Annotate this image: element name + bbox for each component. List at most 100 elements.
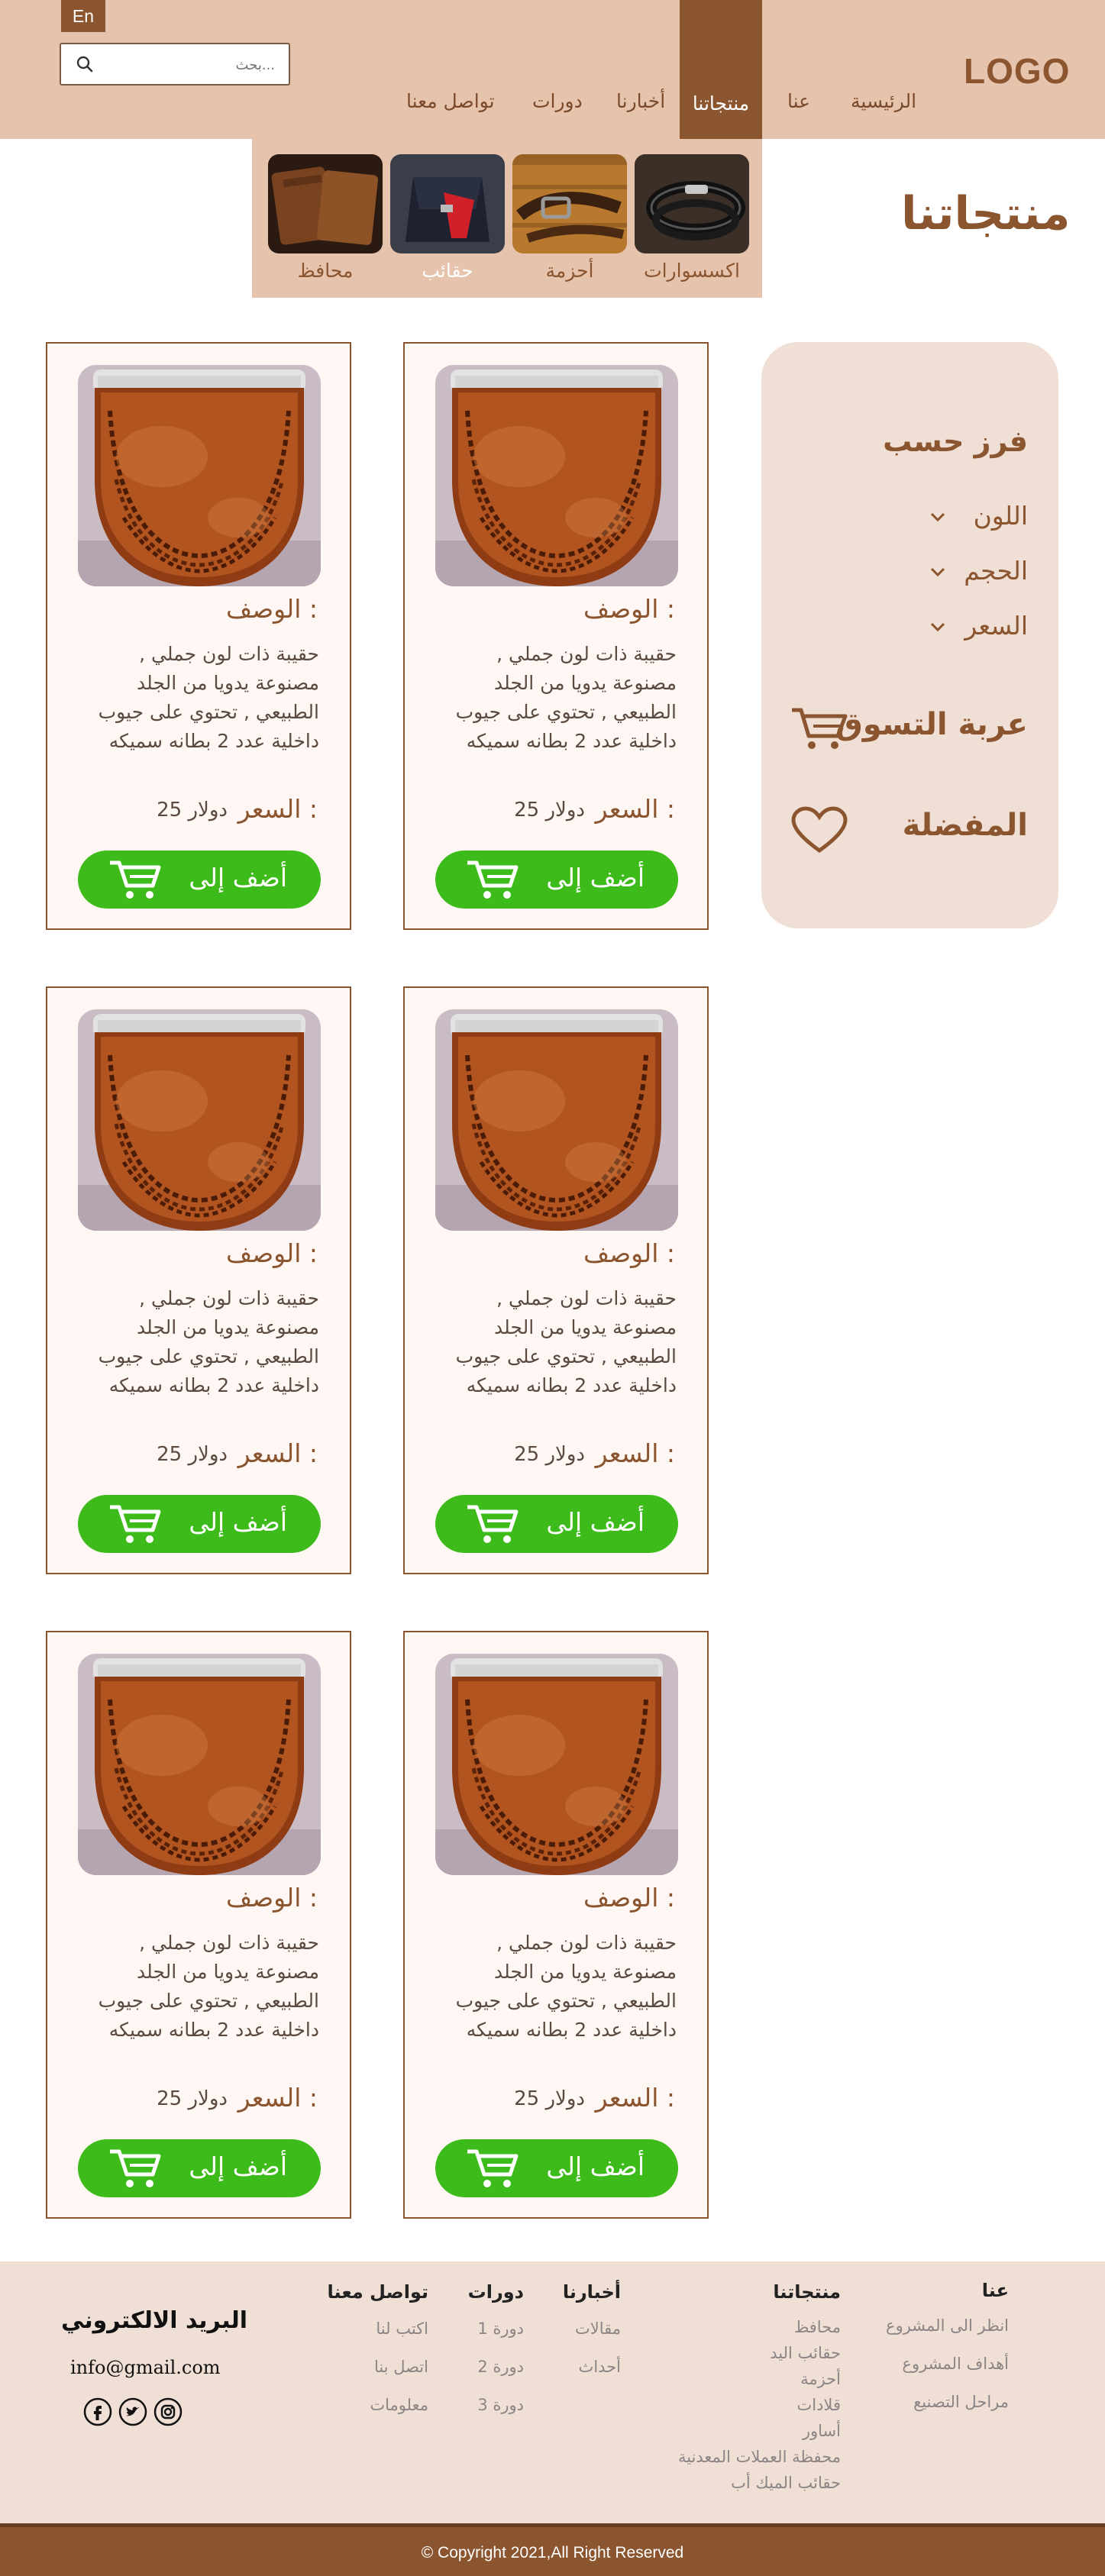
description-title: الوصف : (583, 594, 675, 624)
price-label: السعر : (237, 794, 318, 824)
footer-link[interactable]: مقالات (575, 2319, 621, 2338)
chevron-down-icon[interactable] (929, 512, 946, 522)
logo[interactable]: LOGO (964, 50, 1070, 92)
footer-link[interactable]: حقائب الميك أب (731, 2474, 841, 2492)
search-icon[interactable] (75, 54, 95, 74)
footer-link[interactable]: أحداث (579, 2358, 621, 2376)
site-footer: عنا انظر الى المشروع أهداف المشروع مراحل… (0, 2261, 1105, 2523)
nav-item-courses[interactable]: دورات (532, 90, 583, 112)
footer-link[interactable]: محفظة العملات المعدنية (678, 2448, 841, 2466)
footer-link[interactable]: أهداف المشروع (902, 2355, 1009, 2373)
chevron-down-icon[interactable] (929, 567, 946, 577)
category-bags[interactable]: حقائب (390, 154, 505, 282)
email-title: البريد الالكتروني (61, 2307, 247, 2334)
cart-link[interactable]: عربة التسوق (835, 707, 1028, 742)
language-button[interactable]: En (61, 0, 105, 32)
facebook-icon[interactable] (82, 2397, 113, 2427)
footer-link[interactable]: محافظ (794, 2318, 841, 2336)
cart-icon (110, 1505, 161, 1543)
description-title: الوصف : (225, 1883, 318, 1913)
category-wallets[interactable]: محافظ (268, 154, 383, 282)
product-image[interactable] (78, 1654, 321, 1875)
nav-item-home[interactable]: الرئيسية (851, 90, 916, 112)
filter-sidebar: فرز حسب اللون الحجم السعر عربة التسوق ال… (761, 342, 1058, 928)
product-description: حقيبة ذات لون جملي , مصنوعة يدويا من الج… (98, 1932, 319, 2041)
footer-link[interactable]: مراحل التصنيع (913, 2393, 1009, 2411)
footer-link[interactable]: اتصل بنا (374, 2358, 428, 2376)
category-label: أحزمة (545, 260, 594, 282)
category-accessories[interactable]: اكسسوارات (635, 154, 749, 282)
add-to-cart-label: أضف إلى (189, 1507, 287, 1537)
footer-link[interactable]: انظر الى المشروع (886, 2316, 1009, 2335)
footer-link[interactable]: دورة 3 (477, 2396, 524, 2414)
sort-title: فرز حسب (883, 424, 1028, 458)
footer-link[interactable]: معلومات (370, 2396, 428, 2414)
nav-item-label: منتجاتنا (692, 92, 750, 115)
footer-link[interactable]: اكتب لنا (376, 2319, 428, 2338)
product-image[interactable] (78, 365, 321, 586)
footer-link[interactable]: دورة 2 (477, 2358, 524, 2376)
product-card[interactable]: الوصف : حقيبة ذات لون جملي , مصنوعة يدويا… (46, 342, 351, 930)
price-label: السعر : (237, 1438, 318, 1468)
heart-icon[interactable] (790, 806, 848, 854)
nav-item-contact[interactable]: تواصل معنا (406, 90, 495, 112)
belt-image (512, 154, 627, 253)
wallet-image (268, 154, 383, 253)
add-to-cart-button[interactable]: أضف إلى (78, 1495, 321, 1553)
product-image[interactable] (78, 1009, 321, 1231)
filter-size[interactable]: الحجم (964, 556, 1028, 586)
add-to-cart-button[interactable]: أضف إلى (435, 851, 678, 909)
twitter-icon[interactable] (118, 2397, 148, 2427)
description-title: الوصف : (225, 1238, 318, 1268)
nav-item-products[interactable]: منتجاتنا (680, 0, 762, 139)
add-to-cart-button[interactable]: أضف إلى (78, 2139, 321, 2197)
add-to-cart-label: أضف إلى (546, 2152, 645, 2181)
product-card[interactable]: الوصف : حقيبة ذات لون جملي , مصنوعة يدويا… (403, 342, 709, 930)
site-header: LOGO منتجاتنا الرئيسية عنا أخبارنا دورات… (0, 0, 1105, 139)
category-strip: اكسسوارات أحزمة حقائب محافظ (252, 139, 762, 298)
add-to-cart-button[interactable]: أضف إلى (78, 851, 321, 909)
filter-color[interactable]: اللون (974, 501, 1028, 531)
bracelet-image (635, 154, 749, 253)
price-label: السعر : (595, 794, 675, 824)
add-to-cart-button[interactable]: أضف إلى (435, 2139, 678, 2197)
add-to-cart-label: أضف إلى (189, 2152, 287, 2181)
filter-price[interactable]: السعر (964, 611, 1028, 641)
description-title: الوصف : (225, 594, 318, 624)
product-card[interactable]: الوصف : حقيبة ذات لون جملي , مصنوعة يدويا… (46, 1631, 351, 2219)
product-card[interactable]: الوصف : حقيبة ذات لون جملي , مصنوعة يدويا… (46, 986, 351, 1574)
product-image[interactable] (435, 1654, 678, 1875)
instagram-icon[interactable] (153, 2397, 183, 2427)
footer-link[interactable]: أساور (803, 2422, 841, 2440)
add-to-cart-button[interactable]: أضف إلى (435, 1495, 678, 1553)
footer-link[interactable]: حقائب اليد (770, 2344, 841, 2362)
chevron-down-icon[interactable] (929, 621, 946, 632)
footer-link[interactable]: أحزمة (800, 2370, 841, 2388)
add-to-cart-label: أضف إلى (189, 863, 287, 893)
cart-icon (467, 1505, 519, 1543)
nav-item-news[interactable]: أخبارنا (616, 90, 665, 112)
product-description: حقيبة ذات لون جملي , مصنوعة يدويا من الج… (98, 643, 319, 752)
footer-link[interactable]: قلادات (796, 2396, 841, 2414)
product-image[interactable] (435, 1009, 678, 1231)
footer-link[interactable]: دورة 1 (477, 2319, 524, 2338)
price-label: السعر : (595, 1438, 675, 1468)
footer-courses-title: دورات (467, 2281, 524, 2303)
product-card[interactable]: الوصف : حقيبة ذات لون جملي , مصنوعة يدويا… (403, 986, 709, 1574)
product-image[interactable] (435, 365, 678, 586)
favorites-link[interactable]: المفضلة (903, 808, 1028, 843)
footer-products-title: منتجاتنا (773, 2281, 841, 2303)
email-link[interactable]: info@gmail.com (70, 2357, 221, 2378)
nav-item-about[interactable]: عنا (787, 90, 810, 112)
product-card[interactable]: الوصف : حقيبة ذات لون جملي , مصنوعة يدويا… (403, 1631, 709, 2219)
category-belts[interactable]: أحزمة (512, 154, 627, 282)
cart-icon[interactable] (790, 705, 848, 753)
cart-icon (467, 860, 519, 899)
price-value: 25 دولار (514, 1443, 585, 1466)
footer-contact-title: تواصل معنا (327, 2281, 428, 2303)
search-input[interactable] (105, 50, 275, 79)
search-box (60, 43, 290, 86)
price-value: 25 دولار (157, 1443, 228, 1466)
cart-icon (467, 2149, 519, 2187)
product-description: حقيبة ذات لون جملي , مصنوعة يدويا من الج… (98, 1287, 319, 1396)
